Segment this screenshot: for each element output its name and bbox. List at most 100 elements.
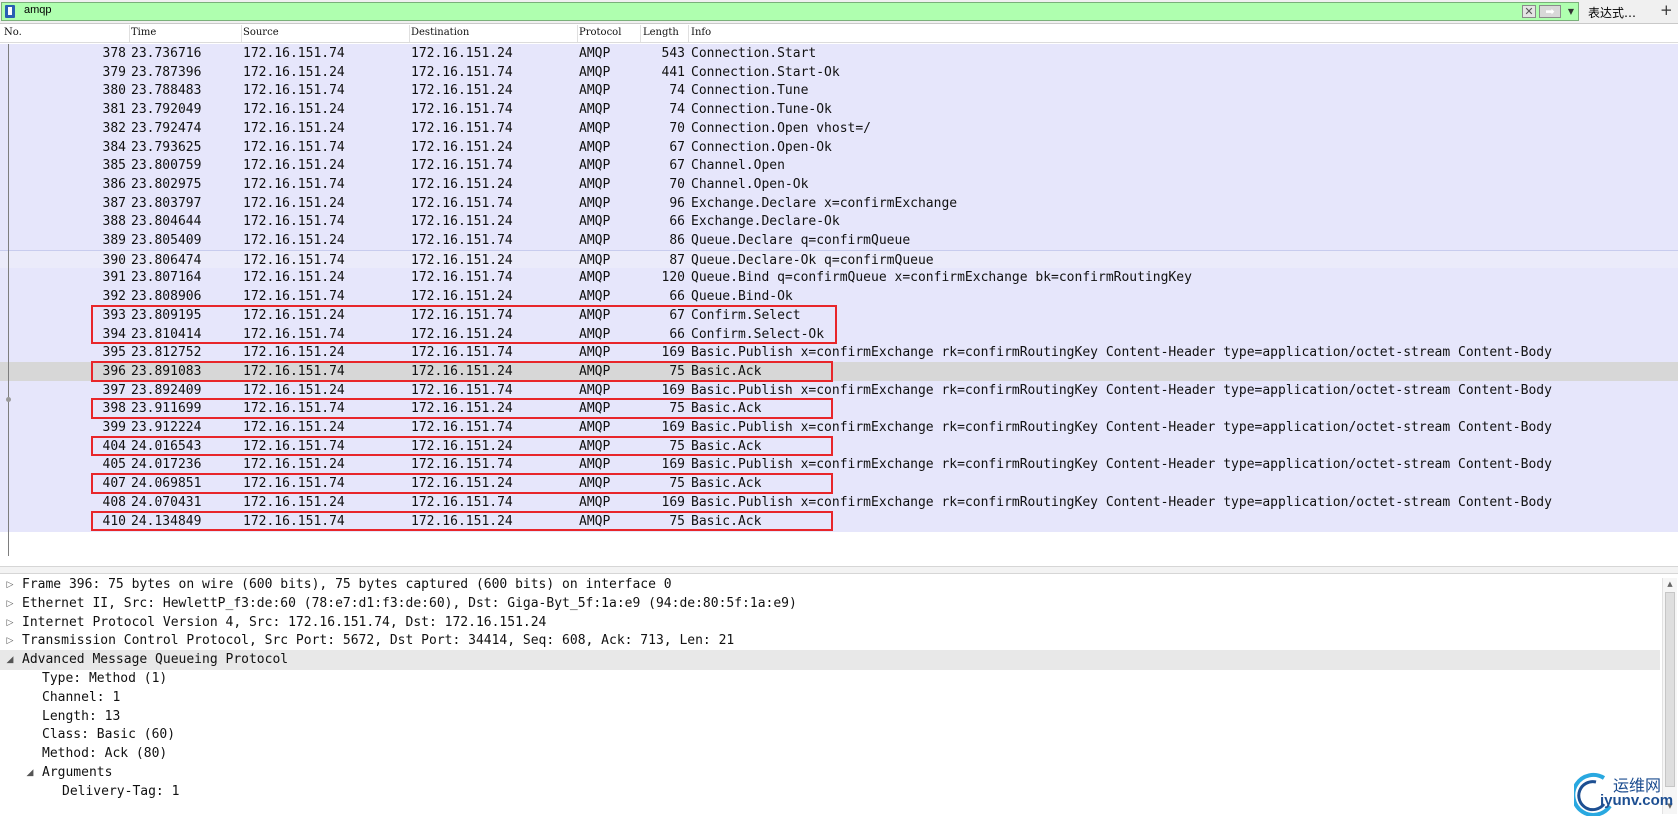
packet-destination: 172.16.151.24 [411,252,513,268]
detail-tree-item[interactable]: ◢ Advanced Message Queueing Protocol [0,650,1660,671]
packet-row[interactable]: 389 23.805409 172.16.151.24 172.16.151.74 AM… [0,231,1678,251]
packet-row[interactable]: 387 23.803797 172.16.151.24 172.16.151.74 AM… [0,193,1678,214]
column-divider[interactable] [688,25,689,42]
packet-source: 172.16.151.24 [243,233,345,248]
column-header-destination[interactable]: Destination [411,27,469,38]
packet-source: 172.16.151.74 [243,289,345,305]
packet-list-pane[interactable]: No. Time Source Destination Protocol Len… [0,25,1678,566]
detail-tree-item[interactable]: Length: 13 [0,707,1660,727]
packet-number: 388 [102,214,126,230]
packet-number: 384 [102,139,126,155]
packet-protocol: AMQP [579,46,611,61]
packet-length: 87 [669,252,685,268]
detail-tree-item[interactable]: ▷ Frame 396: 75 bytes on wire (600 bits),… [0,575,1660,595]
packet-length: 66 [669,289,685,305]
packet-number: 399 [102,420,126,435]
scroll-up-icon[interactable]: ▲ [1663,578,1677,590]
detail-tree-item[interactable]: ▷ Internet Protocol Version 4, Src: 172.1… [0,613,1660,633]
column-divider[interactable] [640,25,641,42]
filter-history-dropdown-icon[interactable]: ▼ [1564,5,1578,18]
packet-row[interactable]: 391 23.807164 172.16.151.24 172.16.151.74 AM… [0,268,1678,289]
packet-info: Queue.Bind-Ok [691,289,793,305]
packet-number: 378 [102,46,126,61]
packet-destination: 172.16.151.74 [411,120,513,136]
packet-details-pane[interactable]: ▷ Frame 396: 75 bytes on wire (600 bits),… [0,575,1678,817]
watermark-url: iyunv.com [1600,792,1674,809]
packet-info: Queue.Declare q=confirmQueue [691,233,911,248]
packet-time: 24.070431 [131,494,202,510]
expression-button[interactable]: 表达式… [1588,4,1636,21]
detail-tree-item[interactable]: Type: Method (1) [0,669,1660,689]
packet-row[interactable]: 381 23.792049 172.16.151.24 172.16.151.74 AM… [0,100,1678,121]
packet-destination: 172.16.151.74 [411,270,513,286]
tree-collapsed-icon[interactable]: ▷ [4,575,16,595]
pane-splitter[interactable] [0,566,1678,574]
packet-time: 23.912224 [131,420,202,435]
tree-collapsed-icon[interactable]: ▷ [4,613,16,633]
packet-row[interactable]: 388 23.804644 172.16.151.74 172.16.151.24 AM… [0,212,1678,233]
detail-tree-item[interactable]: ◢ Arguments [0,763,1660,783]
packet-protocol: AMQP [579,176,611,192]
packet-length: 74 [669,83,685,99]
detail-tree-item[interactable]: Class: Basic (60) [0,725,1660,745]
column-header-info[interactable]: Info [691,27,711,38]
packet-number: 385 [102,158,126,174]
column-header-time[interactable]: Time [131,27,156,38]
filter-input-value[interactable]: amqp [24,4,52,16]
packet-number: 389 [102,233,126,248]
add-filter-button[interactable]: + [1660,1,1673,19]
column-header-length[interactable]: Length [643,27,679,38]
packet-row[interactable]: 380 23.788483 172.16.151.74 172.16.151.24 AM… [0,81,1678,102]
packet-source: 172.16.151.74 [243,139,345,155]
column-divider[interactable] [241,25,242,42]
packet-destination: 172.16.151.74 [411,382,513,398]
packet-row[interactable]: 386 23.802975 172.16.151.74 172.16.151.24 AM… [0,174,1678,195]
packet-time: 23.805409 [131,233,202,248]
column-divider[interactable] [129,25,130,42]
packet-protocol: AMQP [579,457,611,473]
annotation-highlight-box [91,398,833,419]
column-header-protocol[interactable]: Protocol [579,27,621,38]
related-packet-marker [6,397,11,402]
packet-number: 382 [102,120,126,136]
tree-expanded-icon[interactable]: ◢ [24,763,36,783]
packet-length: 74 [669,102,685,118]
column-header-source[interactable]: Source [243,27,279,38]
clear-filter-button[interactable]: ✕ [1522,5,1536,18]
packet-row[interactable]: 390 23.806474 172.16.151.74 172.16.151.24 AM… [0,249,1678,270]
scrollbar-thumb[interactable] [1665,592,1675,787]
column-header-no[interactable]: No. [4,27,22,38]
detail-tree-label: Ethernet II, Src: HewlettP_f3:de:60 (78:… [22,595,797,611]
tree-collapsed-icon[interactable]: ▷ [4,631,16,651]
packet-row[interactable]: 382 23.792474 172.16.151.24 172.16.151.74 AM… [0,118,1678,139]
detail-tree-item[interactable]: Method: Ack (80) [0,744,1660,764]
display-filter-input[interactable]: amqp ✕ ➡ ▼ [1,2,1579,21]
packet-row[interactable]: 385 23.800759 172.16.151.24 172.16.151.74 AM… [0,156,1678,177]
filter-bookmark-icon[interactable] [5,5,15,18]
detail-tree-label: Channel: 1 [42,689,121,705]
packet-row[interactable]: 384 23.793625 172.16.151.74 172.16.151.24 AM… [0,137,1678,158]
apply-filter-button[interactable]: ➡ [1539,5,1561,18]
packet-length: 169 [661,457,685,473]
packet-info: Connection.Open vhost=/ [691,120,872,136]
packet-time: 23.736716 [131,46,202,61]
detail-tree-label: Method: Ack (80) [42,746,168,762]
column-divider[interactable] [409,25,410,42]
tree-expanded-icon[interactable]: ◢ [4,650,16,670]
packet-protocol: AMQP [579,252,611,268]
packet-destination: 172.16.151.74 [411,345,513,361]
detail-tree-item[interactable]: ▷ Ethernet II, Src: HewlettP_f3:de:60 (78… [0,594,1660,614]
detail-tree-label: Delivery-Tag: 1 [62,783,180,799]
packet-row[interactable]: 379 23.787396 172.16.151.24 172.16.151.74 AM… [0,62,1678,83]
detail-tree-item[interactable]: Channel: 1 [0,688,1660,708]
packet-source: 172.16.151.24 [243,494,345,510]
packet-protocol: AMQP [579,120,611,136]
tree-collapsed-icon[interactable]: ▷ [4,594,16,614]
packet-destination: 172.16.151.24 [411,176,513,192]
detail-tree-item[interactable]: ▷ Transmission Control Protocol, Src Port… [0,631,1660,651]
packet-protocol: AMQP [579,64,611,80]
column-divider[interactable] [577,25,578,42]
packet-length: 169 [661,420,685,435]
packet-row[interactable]: 378 23.736716 172.16.151.74 172.16.151.24 AM… [0,44,1678,64]
detail-tree-item[interactable]: Delivery-Tag: 1 [0,782,1660,802]
